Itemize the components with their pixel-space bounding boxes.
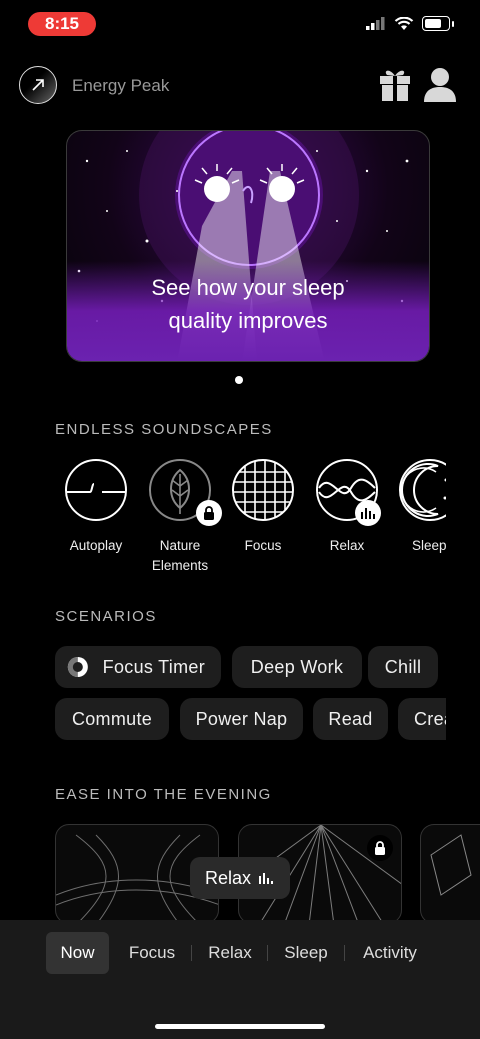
battery-icon <box>422 16 454 31</box>
banner-text: See how your sleep quality improves <box>67 271 429 337</box>
grid-sphere-icon <box>232 459 294 521</box>
carousel-page-indicator[interactable] <box>235 376 243 384</box>
soundscape-focus[interactable]: Focus <box>221 458 305 556</box>
soundscape-label: Relax <box>329 538 365 553</box>
chip-label: Focus Timer <box>102 656 205 677</box>
gift-icon[interactable] <box>378 66 412 102</box>
scenario-focus-timer[interactable]: Focus Timer <box>55 646 221 688</box>
soundscape-autoplay[interactable]: Autoplay <box>54 458 138 556</box>
scenario-read[interactable]: Read <box>313 698 388 740</box>
energy-peak-label[interactable]: Energy Peak <box>72 76 169 96</box>
section-title-evening: EASE INTO THE EVENING <box>55 786 272 803</box>
banner-line-2: quality improves <box>168 308 328 333</box>
soundscape-label: Autoplay <box>69 538 123 553</box>
soundscape-label: Nature Elements <box>151 538 209 573</box>
soundscape-sleep[interactable]: Sleep <box>388 458 446 578</box>
lock-icon <box>196 500 222 526</box>
sleep-quality-banner[interactable]: See how your sleep quality improves <box>66 130 430 362</box>
tab-focus[interactable]: Focus <box>120 932 184 974</box>
scenario-commute[interactable]: Commute <box>55 698 169 740</box>
equalizer-icon <box>259 873 274 884</box>
autoplay-icon <box>65 459 127 521</box>
now-playing-label: Relax <box>204 867 252 888</box>
tab-separator <box>267 945 268 961</box>
status-time: 8:15 <box>28 12 96 36</box>
banner-line-1: See how your sleep <box>151 275 345 300</box>
status-icons <box>366 16 454 31</box>
lock-icon <box>367 835 393 861</box>
soundscape-label: Sleep <box>412 538 446 553</box>
scenario-deep-work[interactable]: Deep Work <box>232 646 362 688</box>
tab-separator <box>344 945 345 961</box>
evening-card-3[interactable] <box>420 824 480 924</box>
moon-icon <box>399 459 446 521</box>
profile-icon[interactable] <box>422 66 458 102</box>
tab-relax[interactable]: Relax <box>200 932 260 974</box>
tab-sleep[interactable]: Sleep <box>276 932 336 974</box>
card-illustration <box>430 834 472 896</box>
timer-icon <box>67 656 88 678</box>
section-title-scenarios: SCENARIOS <box>55 608 157 625</box>
scenario-create[interactable]: Create <box>398 698 446 740</box>
now-playing-pill[interactable]: Relax <box>190 857 290 899</box>
wifi-icon <box>394 16 414 30</box>
tab-separator <box>191 945 192 961</box>
energy-peak-icon[interactable] <box>19 66 57 104</box>
soundscape-label: Focus <box>244 538 282 553</box>
signal-icon <box>366 17 385 30</box>
equalizer-icon <box>355 500 381 526</box>
tab-now[interactable]: Now <box>46 932 109 974</box>
tab-activity[interactable]: Activity <box>352 932 428 974</box>
soundscape-relax[interactable]: Relax <box>305 458 389 556</box>
home-indicator[interactable] <box>155 1024 325 1029</box>
section-title-soundscapes: ENDLESS SOUNDSCAPES <box>55 421 273 438</box>
soundscape-nature-elements[interactable]: Nature Elements <box>138 458 222 576</box>
scenario-chill[interactable]: Chill <box>368 646 438 688</box>
scenario-power-nap[interactable]: Power Nap <box>180 698 303 740</box>
